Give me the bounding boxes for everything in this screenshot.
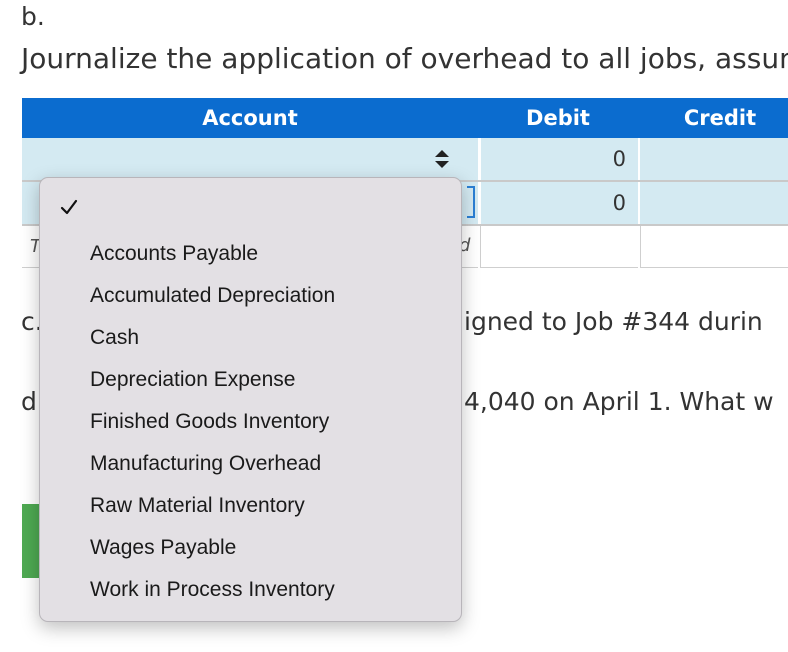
account-dropdown-menu: Accounts Payable Accumulated Depreciatio…	[39, 177, 462, 622]
dropdown-option-accounts-payable[interactable]: Accounts Payable	[90, 234, 258, 274]
debit-input[interactable]: 0	[480, 138, 638, 180]
dropdown-option-raw-material-inventory[interactable]: Raw Material Inventory	[90, 486, 305, 526]
credit-input[interactable]: 0	[640, 138, 788, 180]
dropdown-option-manufacturing-overhead[interactable]: Manufacturing Overhead	[90, 444, 321, 484]
part-d-text: 4,040 on April 1. What w	[464, 387, 774, 416]
table-row: 0 0	[22, 138, 788, 180]
dropdown-option-finished-goods-inventory[interactable]: Finished Goods Inventory	[90, 402, 329, 442]
question-text: Journalize the application of overhead t…	[21, 42, 788, 75]
debit-input[interactable]: 0	[480, 182, 638, 224]
debit-column-header: Debit	[526, 106, 590, 130]
dropdown-option-wages-payable[interactable]: Wages Payable	[90, 528, 236, 568]
total-debit-cell	[480, 226, 638, 268]
dropdown-option-cash[interactable]: Cash	[90, 318, 139, 358]
credit-column-header: Credit	[683, 106, 757, 130]
checkmark-icon	[60, 199, 78, 215]
part-d-label: d	[21, 387, 37, 416]
focus-ring	[467, 186, 475, 218]
credit-input[interactable]: 0	[640, 182, 788, 224]
up-down-arrows-icon	[435, 150, 449, 168]
total-credit-cell	[640, 226, 788, 268]
account-column-header: Account	[202, 106, 298, 130]
dropdown-option-depreciation-expense[interactable]: Depreciation Expense	[90, 360, 295, 400]
debit-value: 0	[612, 147, 626, 171]
part-c-text: igned to Job #344 durin	[464, 307, 763, 336]
table-header: Account Debit Credit	[22, 98, 788, 138]
dropdown-option-work-in-process-inventory[interactable]: Work in Process Inventory	[90, 570, 335, 610]
debit-value: 0	[612, 191, 626, 215]
part-label: b.	[21, 2, 45, 31]
dropdown-option-accumulated-depreciation[interactable]: Accumulated Depreciation	[90, 276, 335, 316]
account-select[interactable]	[22, 138, 478, 180]
page: b. Journalize the application of overhea…	[0, 0, 788, 652]
